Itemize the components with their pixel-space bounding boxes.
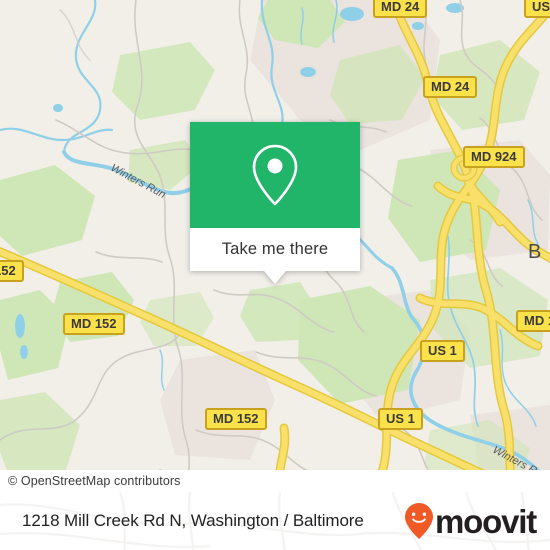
address-text: 1218 Mill Creek Rd N, Washington / Balti… — [22, 511, 364, 530]
callout-pointer — [264, 271, 286, 284]
highway-shield: MD 152 — [516, 310, 550, 332]
footer-bar: 1218 Mill Creek Rd N, Washington / Balti… — [0, 492, 550, 550]
highway-shield: US 1 — [378, 408, 423, 430]
moovit-wordmark: moovit — [435, 502, 537, 540]
take-me-there-callout[interactable]: Take me there — [190, 122, 360, 284]
callout-header — [190, 122, 360, 228]
moovit-logo[interactable]: moovit — [404, 502, 537, 540]
map-place-labels: B — [528, 241, 541, 263]
attribution-text: © OpenStreetMap contributors — [8, 474, 181, 488]
highway-shield: MD 24 — [373, 0, 428, 18]
callout-button-label: Take me there — [221, 240, 329, 258]
moovit-map-screen: Winters Run Winters Run B MD 24 US MD 24 MD… — [0, 0, 550, 550]
moovit-pin-icon — [405, 503, 434, 539]
highway-shield: MD 924 — [463, 146, 525, 168]
map-attribution: © OpenStreetMap contributors — [0, 470, 550, 492]
highway-shield: MD 152 — [63, 313, 125, 335]
highway-shield: US — [524, 0, 550, 18]
highway-shield: MD 24 — [423, 76, 478, 98]
map-pin-icon — [252, 144, 298, 206]
highway-shield: US 1 — [420, 340, 465, 362]
highway-shield: MD 152 — [205, 408, 267, 430]
callout-button[interactable]: Take me there — [190, 228, 360, 284]
highway-shield: 152 — [0, 260, 24, 282]
place-label-0: B — [528, 241, 541, 263]
